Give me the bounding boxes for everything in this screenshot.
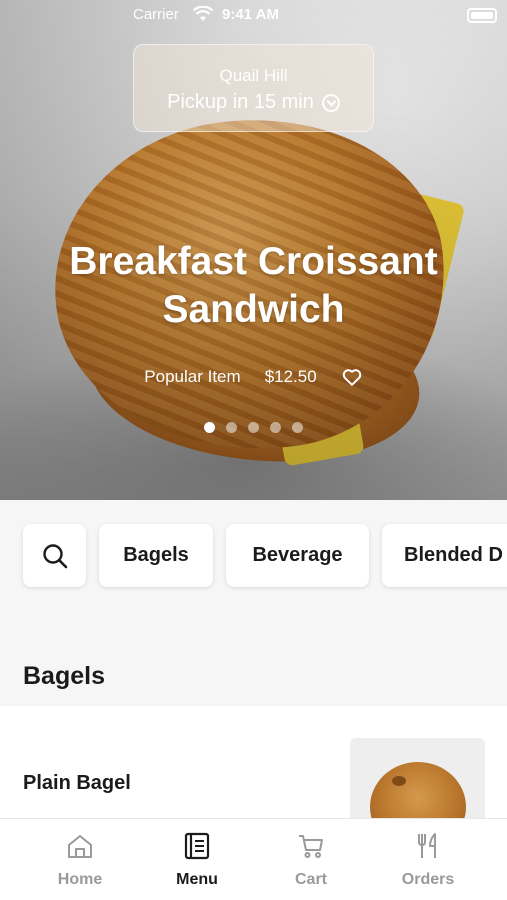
- wifi-icon: [193, 6, 213, 21]
- carousel-dot[interactable]: [270, 422, 281, 433]
- heart-icon[interactable]: [341, 366, 363, 388]
- carousel-dot[interactable]: [292, 422, 303, 433]
- bottom-tab-bar: Home Menu Cart Orders: [0, 818, 507, 900]
- category-chip-beverage[interactable]: Beverage: [226, 524, 369, 587]
- cart-icon: [299, 835, 323, 858]
- status-bar: Carrier 9:41 AM: [0, 0, 507, 32]
- tab-menu[interactable]: Menu: [147, 831, 247, 889]
- category-chip-blended[interactable]: Blended D: [382, 524, 507, 587]
- featured-item-meta: Popular Item $12.50: [0, 366, 507, 388]
- featured-price: $12.50: [264, 367, 317, 386]
- fork-knife-icon: [418, 833, 436, 858]
- tab-label: Home: [57, 871, 103, 888]
- popular-badge: Popular Item: [144, 367, 241, 386]
- section-title: Bagels: [23, 662, 105, 690]
- carousel-dot[interactable]: [248, 422, 259, 433]
- tab-label: Orders: [401, 871, 455, 888]
- tab-cart[interactable]: Cart: [261, 831, 361, 889]
- pickup-location-selector[interactable]: Quail Hill Pickup in 15 min: [133, 44, 374, 132]
- carousel-dot[interactable]: [204, 422, 215, 433]
- carousel-dot[interactable]: [226, 422, 237, 433]
- hero-banner[interactable]: Carrier 9:41 AM Quail Hill Pickup in 15 …: [0, 0, 507, 500]
- menu-book-icon: [184, 832, 210, 860]
- menu-item-name: Plain Bagel: [23, 772, 131, 794]
- bagel-hole: [392, 776, 406, 786]
- pickup-time-row: Pickup in 15 min: [134, 91, 373, 114]
- carousel-page-indicator[interactable]: [0, 422, 507, 433]
- battery-icon: [467, 8, 497, 23]
- menu-item-card[interactable]: Plain Bagel: [0, 706, 507, 838]
- store-name: Quail Hill: [219, 66, 288, 85]
- tab-label: Menu: [176, 871, 218, 888]
- search-button[interactable]: [23, 524, 86, 587]
- tab-label: Cart: [294, 871, 327, 888]
- pickup-time: Pickup in 15 min: [167, 91, 314, 113]
- tab-orders[interactable]: Orders: [378, 831, 478, 889]
- carrier-label: Carrier: [133, 6, 179, 23]
- status-time: 9:41 AM: [222, 6, 279, 23]
- category-chip-bagels[interactable]: Bagels: [99, 524, 213, 587]
- category-filter-bar: Bagels Beverage Blended D: [0, 500, 507, 620]
- home-icon: [68, 835, 92, 858]
- search-icon: [42, 543, 67, 568]
- tab-home[interactable]: Home: [30, 831, 130, 889]
- chevron-down-circle-icon: [321, 93, 340, 112]
- featured-item-title: Breakfast Croissant Sandwich: [69, 240, 438, 331]
